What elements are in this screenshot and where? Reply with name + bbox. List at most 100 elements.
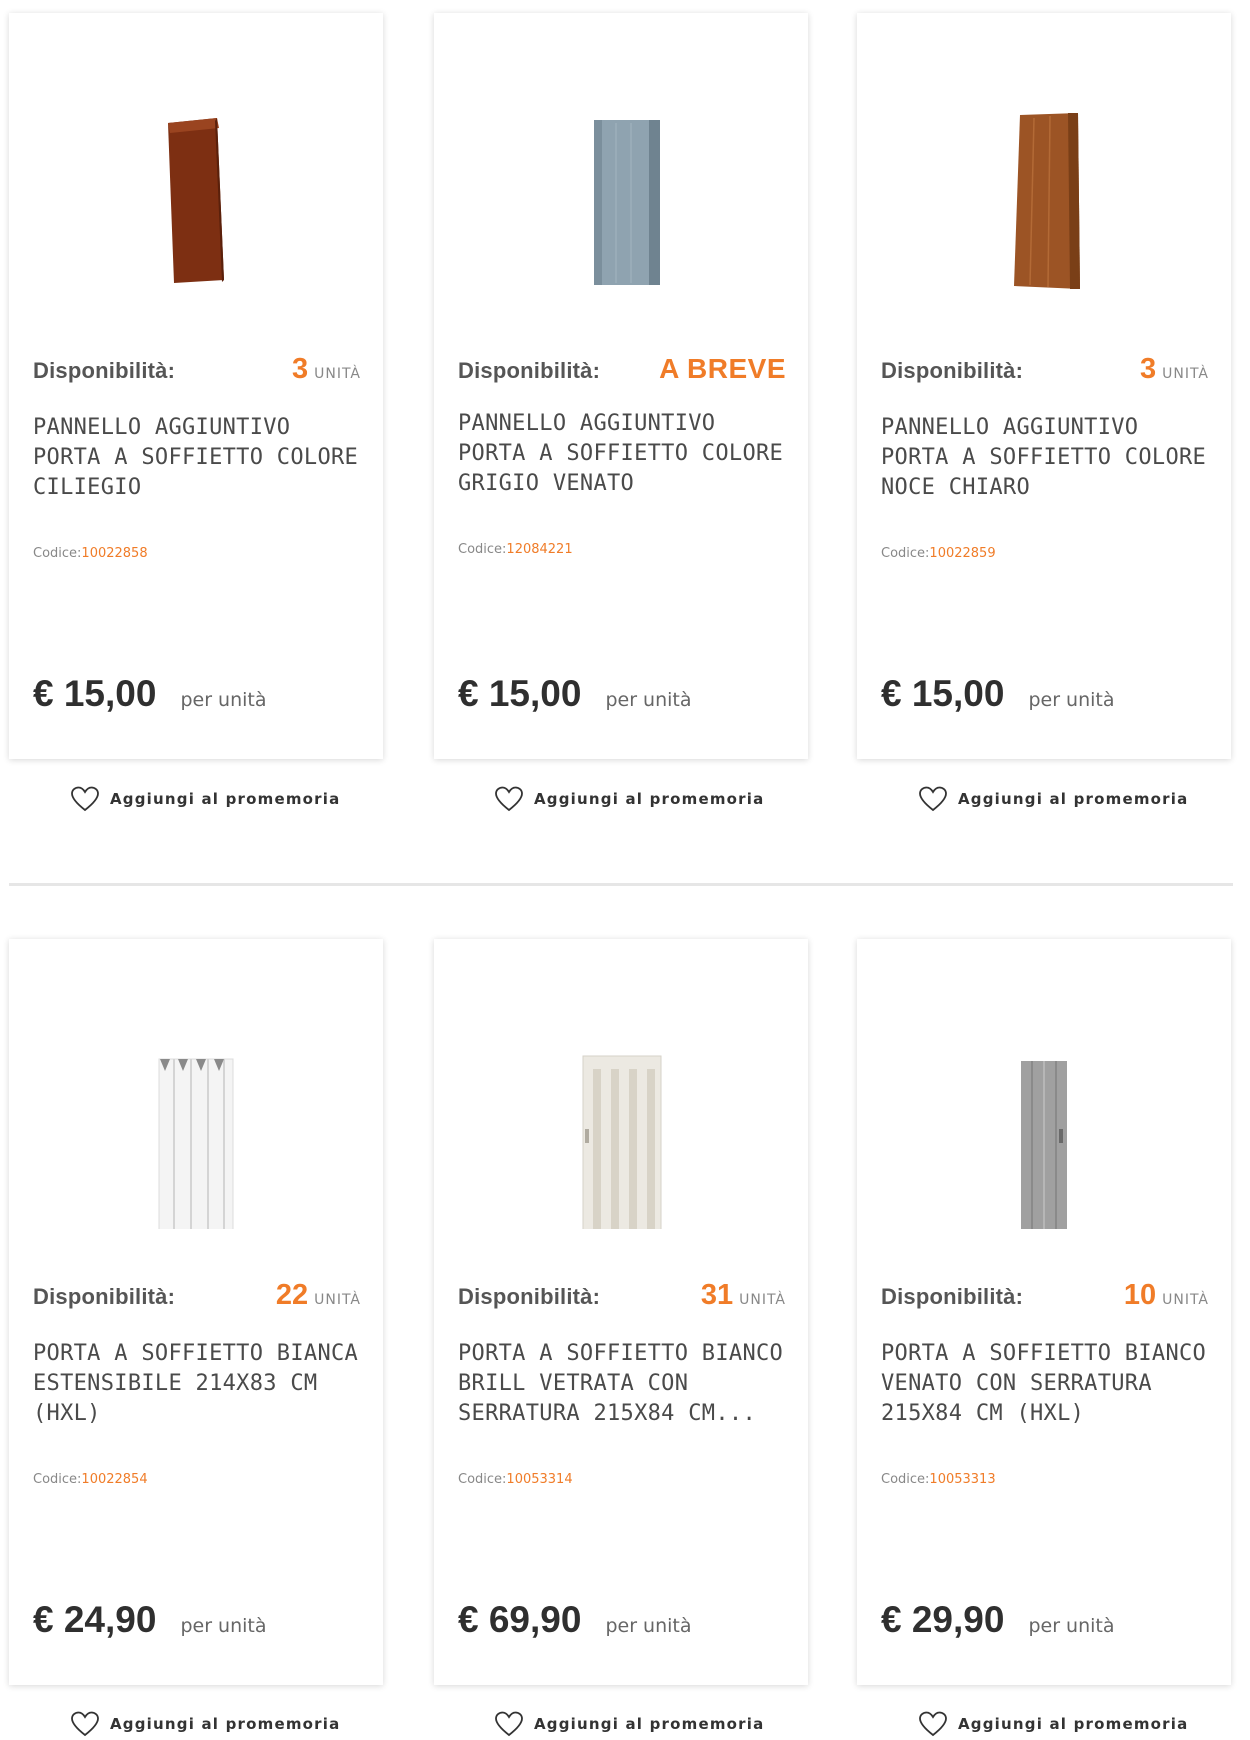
product-code: Codice:10022859 — [881, 546, 996, 561]
product-price: € 15,00 — [881, 673, 1005, 714]
add-to-reminder-button[interactable]: Aggiungi al promemoria — [918, 1711, 1188, 1737]
add-to-reminder-button[interactable]: Aggiungi al promemoria — [70, 1711, 340, 1737]
product-card[interactable]: Disponibilità: 3 UNITÀ PANNELLO AGGIUNTI… — [9, 13, 383, 759]
availability-label: Disponibilità: — [458, 1284, 601, 1309]
product-code: Codice:10053314 — [458, 1472, 573, 1487]
product-title[interactable]: PORTA A SOFFIETTO BIANCA ESTENSIBILE 214… — [33, 1339, 365, 1429]
availability: Disponibilità: 10 UNITÀ — [881, 1279, 1209, 1319]
heart-icon — [495, 1711, 523, 1737]
code-value: 10053314 — [506, 1472, 573, 1487]
availability-qty: 3 — [1139, 353, 1157, 385]
per-unit-label: per unità — [1028, 1615, 1115, 1637]
product-price: € 24,90 — [33, 1599, 157, 1640]
product-code: Codice:12084221 — [458, 542, 573, 557]
price-row: € 24,90 per unità — [33, 1599, 267, 1641]
availability-unit: UNITÀ — [1162, 366, 1209, 382]
price-row: € 29,90 per unità — [881, 1599, 1115, 1641]
per-unit-label: per unità — [1028, 689, 1115, 711]
availability: Disponibilità: A BREVE — [458, 353, 786, 393]
code-label: Codice: — [33, 546, 82, 561]
heart-icon — [495, 786, 523, 812]
price-row: € 15,00 per unità — [33, 673, 267, 715]
product-code: Codice:10022858 — [33, 546, 148, 561]
availability-status: A BREVE — [659, 353, 786, 384]
reminder-label: Aggiungi al promemoria — [534, 790, 765, 808]
availability-label: Disponibilità: — [33, 358, 176, 383]
availability-unit: UNITÀ — [314, 1292, 361, 1308]
code-value: 10022854 — [81, 1472, 148, 1487]
product-card[interactable]: Disponibilità: 10 UNITÀ PORTA A SOFFIETT… — [857, 939, 1231, 1685]
availability-label: Disponibilità: — [881, 1284, 1024, 1309]
code-value: 10053313 — [929, 1472, 996, 1487]
availability: Disponibilità: 3 UNITÀ — [881, 353, 1209, 393]
product-title[interactable]: PANNELLO AGGIUNTIVO PORTA A SOFFIETTO CO… — [33, 413, 365, 503]
reminder-label: Aggiungi al promemoria — [534, 1715, 765, 1733]
reminder-label: Aggiungi al promemoria — [958, 1715, 1189, 1733]
price-row: € 15,00 per unità — [458, 673, 692, 715]
per-unit-label: per unità — [180, 1615, 267, 1637]
availability-value: 3 UNITÀ — [1140, 353, 1209, 386]
availability-label: Disponibilità: — [33, 1284, 176, 1309]
product-title[interactable]: PANNELLO AGGIUNTIVO PORTA A SOFFIETTO CO… — [881, 413, 1213, 503]
price-row: € 15,00 per unità — [881, 673, 1115, 715]
availability-value: 22 UNITÀ — [276, 1279, 361, 1312]
code-value: 10022859 — [929, 546, 996, 561]
product-card[interactable]: Disponibilità: 22 UNITÀ PORTA A SOFFIETT… — [9, 939, 383, 1685]
product-card[interactable]: Disponibilità: 31 UNITÀ PORTA A SOFFIETT… — [434, 939, 808, 1685]
availability-qty: 22 — [275, 1279, 309, 1311]
availability-qty: 31 — [700, 1279, 734, 1311]
per-unit-label: per unità — [605, 689, 692, 711]
code-value: 10022858 — [81, 546, 148, 561]
product-code: Codice:10022854 — [33, 1472, 148, 1487]
product-title[interactable]: PORTA A SOFFIETTO BIANCO BRILL VETRATA C… — [458, 1339, 790, 1429]
code-label: Codice: — [458, 542, 507, 557]
product-price: € 69,90 — [458, 1599, 582, 1640]
product-code: Codice:10053313 — [881, 1472, 996, 1487]
product-title[interactable]: PORTA A SOFFIETTO BIANCO VENATO CON SERR… — [881, 1339, 1213, 1429]
code-label: Codice: — [881, 1472, 930, 1487]
code-label: Codice: — [881, 546, 930, 561]
product-image[interactable] — [434, 93, 808, 303]
reminder-label: Aggiungi al promemoria — [110, 1715, 341, 1733]
per-unit-label: per unità — [605, 1615, 692, 1637]
availability-unit: UNITÀ — [314, 366, 361, 382]
availability: Disponibilità: 31 UNITÀ — [458, 1279, 786, 1319]
availability-label: Disponibilità: — [881, 358, 1024, 383]
product-image[interactable] — [434, 1029, 808, 1239]
add-to-reminder-button[interactable]: Aggiungi al promemoria — [494, 786, 764, 812]
availability-label: Disponibilità: — [458, 358, 601, 383]
availability-qty: 10 — [1123, 1279, 1157, 1311]
availability-value: 10 UNITÀ — [1124, 1279, 1209, 1312]
availability: Disponibilità: 3 UNITÀ — [33, 353, 361, 393]
code-label: Codice: — [33, 1472, 82, 1487]
product-price: € 15,00 — [33, 673, 157, 714]
product-price: € 15,00 — [458, 673, 582, 714]
reminder-label: Aggiungi al promemoria — [110, 790, 341, 808]
heart-icon — [919, 1711, 947, 1737]
per-unit-label: per unità — [180, 689, 267, 711]
availability: Disponibilità: 22 UNITÀ — [33, 1279, 361, 1319]
product-price: € 29,90 — [881, 1599, 1005, 1640]
add-to-reminder-button[interactable]: Aggiungi al promemoria — [70, 786, 340, 812]
heart-icon — [71, 1711, 99, 1737]
code-label: Codice: — [458, 1472, 507, 1487]
availability-value: 3 UNITÀ — [292, 353, 361, 386]
row-divider — [9, 883, 1233, 886]
availability-value: 31 UNITÀ — [701, 1279, 786, 1312]
heart-icon — [919, 786, 947, 812]
product-image[interactable] — [857, 1029, 1231, 1239]
product-card[interactable]: Disponibilità: 3 UNITÀ PANNELLO AGGIUNTI… — [857, 13, 1231, 759]
add-to-reminder-button[interactable]: Aggiungi al promemoria — [494, 1711, 764, 1737]
product-image[interactable] — [9, 1029, 383, 1239]
availability-unit: UNITÀ — [739, 1292, 786, 1308]
price-row: € 69,90 per unità — [458, 1599, 692, 1641]
product-image[interactable] — [857, 93, 1231, 303]
code-value: 12084221 — [506, 542, 573, 557]
heart-icon — [71, 786, 99, 812]
add-to-reminder-button[interactable]: Aggiungi al promemoria — [918, 786, 1188, 812]
product-title[interactable]: PANNELLO AGGIUNTIVO PORTA A SOFFIETTO CO… — [458, 409, 790, 499]
product-image[interactable] — [9, 93, 383, 303]
availability-unit: UNITÀ — [1162, 1292, 1209, 1308]
product-card[interactable]: Disponibilità: A BREVE PANNELLO AGGIUNTI… — [434, 13, 808, 759]
availability-qty: 3 — [291, 353, 309, 385]
